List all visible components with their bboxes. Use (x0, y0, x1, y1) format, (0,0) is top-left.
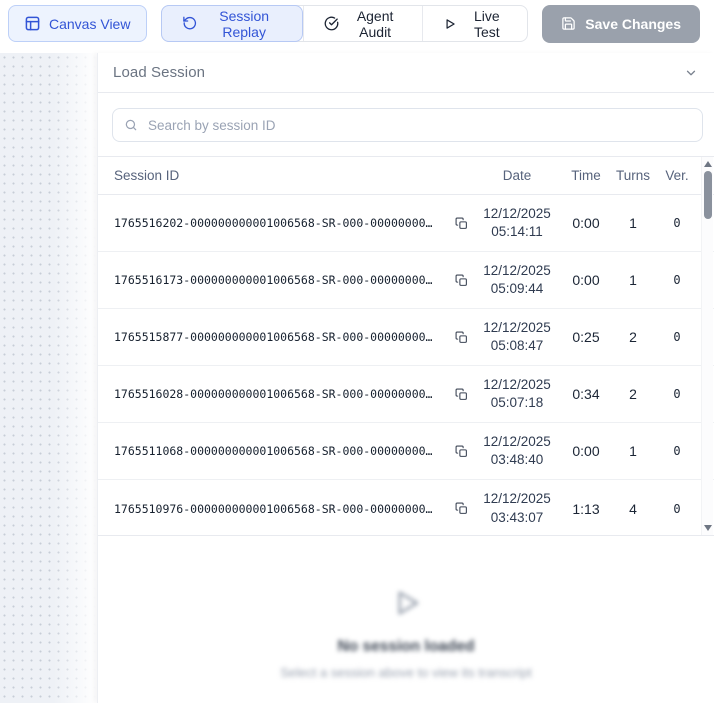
session-id: 1765516028-000000000001006568-SR-000-000… (114, 387, 450, 401)
scroll-up-arrow[interactable] (704, 161, 712, 167)
col-header-session-id: Session ID (114, 168, 450, 183)
session-id: 1765510976-000000000001006568-SR-000-000… (114, 502, 450, 516)
session-turns: 1 (610, 443, 656, 459)
session-turns: 2 (610, 386, 656, 402)
canvas-view-button[interactable]: Canvas View (8, 5, 147, 42)
table-row[interactable]: 1765516202-000000000001006568-SR-000-000… (98, 195, 714, 252)
main-area: Load Session Session ID Date Time (0, 53, 714, 703)
session-duration: 0:00 (562, 215, 610, 231)
session-date: 12/12/202505:09:44 (472, 262, 562, 298)
copy-icon[interactable] (450, 217, 472, 230)
session-id: 1765516202-000000000001006568-SR-000-000… (114, 216, 450, 230)
tab-live-test[interactable]: Live Test (422, 6, 527, 41)
scrollbar-thumb[interactable] (704, 171, 712, 219)
session-version: 0 (656, 273, 698, 287)
session-version: 0 (656, 444, 698, 458)
session-version: 0 (656, 502, 698, 516)
col-header-time: Time (562, 168, 610, 183)
session-duration: 0:00 (562, 443, 610, 459)
mode-segmented-control: Session Replay Agent Audit Live Test (161, 5, 528, 42)
live-test-label: Live Test (466, 8, 507, 40)
load-session-header[interactable]: Load Session (98, 53, 714, 93)
session-date: 12/12/202503:48:40 (472, 433, 562, 469)
session-duration: 0:00 (562, 272, 610, 288)
table-row[interactable]: 1765516173-000000000001006568-SR-000-000… (98, 252, 714, 309)
session-version: 0 (656, 330, 698, 344)
session-replay-label: Session Replay (206, 8, 281, 40)
save-changes-label: Save Changes (585, 16, 681, 32)
col-header-date: Date (472, 168, 562, 183)
top-toolbar: Canvas View Session Replay Agent Audit (0, 0, 714, 47)
save-changes-button[interactable]: Save Changes (542, 5, 700, 43)
session-id: 1765515877-000000000001006568-SR-000-000… (114, 330, 450, 344)
table-row[interactable]: 1765511068-000000000001006568-SR-000-000… (98, 423, 714, 480)
session-version: 0 (656, 387, 698, 401)
canvas-view-label: Canvas View (49, 16, 130, 32)
session-list: 1765516202-000000000001006568-SR-000-000… (98, 195, 714, 536)
layout-grid-icon (25, 16, 40, 31)
tab-agent-audit[interactable]: Agent Audit (303, 6, 422, 41)
replay-icon (182, 16, 197, 31)
scrollbar[interactable] (701, 157, 713, 535)
agent-audit-label: Agent Audit (348, 8, 402, 40)
session-table: Session ID Date Time Turns Ver. 17655162… (98, 156, 714, 536)
table-row[interactable]: 1765515877-000000000001006568-SR-000-000… (98, 309, 714, 366)
session-date: 12/12/202505:08:47 (472, 319, 562, 355)
session-date: 12/12/202503:43:07 (472, 490, 562, 526)
copy-icon[interactable] (450, 445, 472, 458)
session-turns: 1 (610, 215, 656, 231)
session-id: 1765511068-000000000001006568-SR-000-000… (114, 444, 450, 458)
canvas-dot-grid (0, 53, 97, 703)
session-duration: 0:34 (562, 386, 610, 402)
session-date: 12/12/202505:14:11 (472, 205, 562, 241)
session-panel: Load Session Session ID Date Time (97, 53, 714, 703)
table-row[interactable]: 1765510976-000000000001006568-SR-000-000… (98, 480, 714, 536)
search-input[interactable] (112, 108, 703, 142)
empty-state-subtitle: Select a session above to view its trans… (280, 665, 531, 680)
session-turns: 2 (610, 329, 656, 345)
tab-session-replay[interactable]: Session Replay (161, 5, 302, 42)
check-circle-icon (324, 16, 339, 31)
play-outline-icon (387, 584, 425, 622)
session-duration: 0:25 (562, 329, 610, 345)
empty-state: No session loaded Select a session above… (98, 536, 714, 703)
copy-icon[interactable] (450, 331, 472, 344)
session-date: 12/12/202505:07:18 (472, 376, 562, 412)
col-header-ver: Ver. (656, 168, 698, 183)
empty-state-title: No session loaded (338, 638, 475, 656)
table-row[interactable]: 1765516028-000000000001006568-SR-000-000… (98, 366, 714, 423)
copy-icon[interactable] (450, 388, 472, 401)
session-turns: 1 (610, 272, 656, 288)
load-session-title: Load Session (113, 64, 205, 81)
save-icon (561, 16, 576, 31)
col-header-turns: Turns (610, 168, 656, 183)
session-turns: 4 (610, 501, 656, 517)
copy-icon[interactable] (450, 502, 472, 515)
scroll-down-arrow[interactable] (704, 525, 712, 531)
session-version: 0 (656, 216, 698, 230)
copy-icon[interactable] (450, 274, 472, 287)
session-duration: 1:13 (562, 501, 610, 517)
play-icon (443, 17, 457, 31)
session-id: 1765516173-000000000001006568-SR-000-000… (114, 273, 450, 287)
table-header-row: Session ID Date Time Turns Ver. (98, 157, 714, 195)
chevron-down-icon[interactable] (684, 66, 698, 80)
search-section (98, 93, 714, 156)
